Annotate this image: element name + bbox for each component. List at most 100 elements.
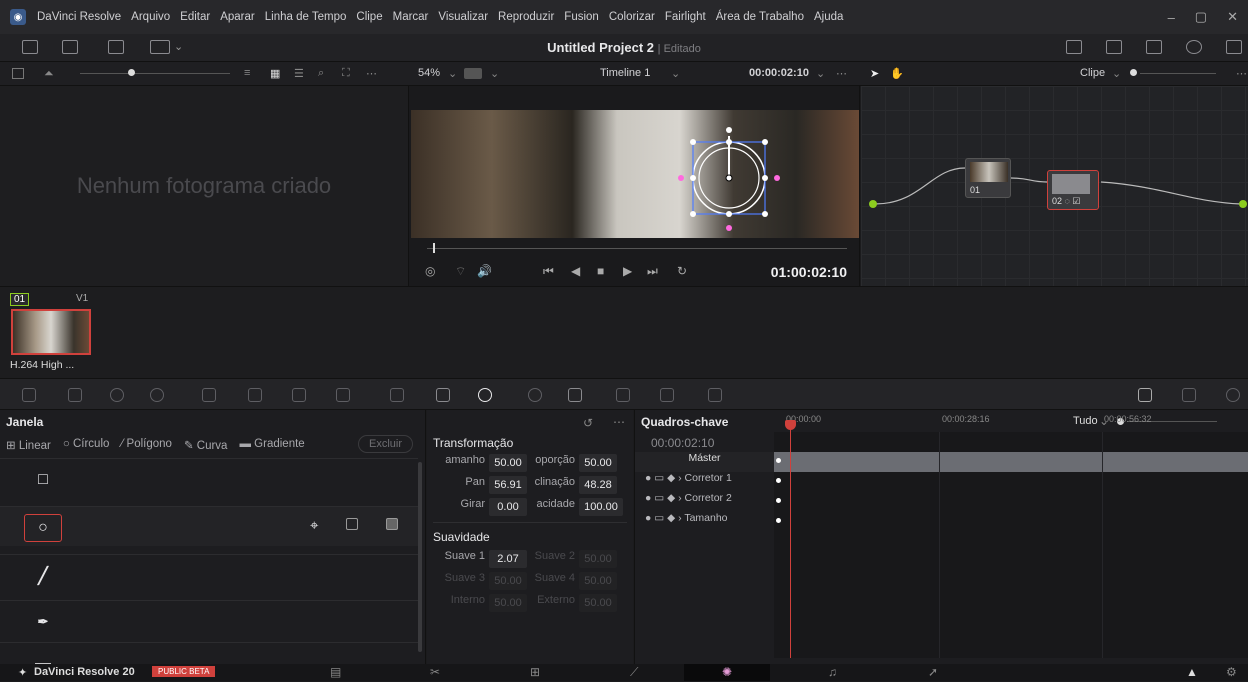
keyframe-dot[interactable] [776, 458, 781, 463]
tracker-icon[interactable] [436, 388, 450, 402]
keyframe-tracks[interactable]: 00:00:00 00:00:28:16 00:00:56:32 [774, 414, 1248, 658]
window-row-polygon[interactable]: ╱ [0, 554, 418, 594]
keyframes-icon[interactable] [1138, 388, 1152, 402]
circle-window-overlay[interactable] [411, 110, 859, 238]
menu-ajuda[interactable]: Ajuda [809, 11, 848, 23]
node-mode[interactable]: Clipe [1080, 67, 1105, 79]
expand-icon[interactable]: ⛶ [342, 67, 350, 80]
tab-poligono[interactable]: ⁄ Polígono [121, 438, 172, 452]
grid-view-icon[interactable]: ▦ [270, 67, 280, 80]
square-shape-icon[interactable]: □ [24, 466, 62, 494]
viewer-zoom[interactable]: 54% [418, 67, 440, 79]
keyframes-filter[interactable]: Tudo [1073, 415, 1098, 427]
magic-mask-icon[interactable] [528, 388, 542, 402]
panel-toggle-icon[interactable] [12, 68, 24, 79]
qualifier-icon[interactable] [390, 388, 404, 402]
sort-icon[interactable]: ⏶ [44, 66, 54, 81]
menu-marcar[interactable]: Marcar [388, 11, 434, 23]
keyframe-dot[interactable] [776, 498, 781, 503]
scrubber-handle[interactable] [433, 243, 435, 253]
chevron-down-icon[interactable]: ⌄ [490, 67, 499, 80]
menu-visualizar[interactable]: Visualizar [433, 11, 493, 23]
skip-end-icon[interactable]: ⏭ [647, 264, 658, 279]
settings-gear-icon[interactable]: ⚙ [1226, 665, 1237, 679]
playhead-line[interactable] [790, 428, 791, 658]
tab-linear[interactable]: ⊞ Linear [6, 438, 51, 452]
3d-icon[interactable] [708, 388, 722, 402]
tab-gradiente[interactable]: ▬ Gradiente [239, 438, 304, 452]
menu-area-de-trabalho[interactable]: Área de Trabalho [711, 11, 809, 23]
node-zoom-handle[interactable] [1130, 69, 1137, 76]
proporcao-field[interactable]: 50.00 [579, 454, 617, 472]
scopes-icon[interactable] [1182, 388, 1196, 402]
tab-curva[interactable]: ✎ Curva [184, 438, 228, 452]
node-editor[interactable]: 01 02 ◌ ☑ [861, 86, 1248, 286]
node-01[interactable]: 01 [965, 158, 1011, 198]
opacidade-field[interactable]: 100.00 [579, 498, 623, 516]
tamanho-field[interactable]: 50.00 [489, 454, 527, 472]
color-match-icon[interactable] [68, 388, 82, 402]
home-icon[interactable]: ▲ [1186, 665, 1198, 679]
grid-icon[interactable] [1226, 40, 1242, 54]
chevron-down-icon[interactable]: ⌄ [816, 67, 825, 80]
menu-fusion[interactable]: Fusion [559, 11, 604, 23]
hand-icon[interactable]: ✋ [890, 67, 904, 80]
viewer-mode-icon[interactable] [464, 68, 482, 79]
crosshair-icon[interactable]: ⌖ [310, 517, 318, 534]
minimize-icon[interactable]: – [1168, 10, 1175, 25]
chevron-down-icon[interactable]: ⌄ [671, 67, 680, 80]
page-color-icon[interactable]: ✺ [722, 665, 732, 679]
mask-icon[interactable] [386, 518, 398, 530]
externo-field[interactable]: 50.00 [579, 594, 617, 612]
gallery-slider-handle[interactable] [128, 69, 135, 76]
motion-effects-icon[interactable] [248, 388, 262, 402]
clip-thumbnail[interactable] [11, 309, 91, 355]
menu-fairlight[interactable]: Fairlight [660, 11, 711, 23]
page-media-icon[interactable]: ▤ [330, 665, 341, 679]
page-fairlight-icon[interactable]: ♫ [828, 665, 837, 679]
pan-field[interactable]: 56.91 [489, 476, 527, 494]
keyframe-dot[interactable] [776, 518, 781, 523]
skip-start-icon[interactable]: ⏮ [543, 264, 554, 279]
menu-reproduzir[interactable]: Reproduzir [493, 11, 559, 23]
stop-icon[interactable]: ■ [597, 264, 604, 278]
pen-shape-icon[interactable]: ✒ [24, 608, 62, 636]
close-icon[interactable]: ✕ [1227, 9, 1238, 25]
node-02[interactable]: 02 ◌ ☑ [1047, 170, 1099, 210]
suave2-field[interactable]: 50.00 [579, 550, 617, 568]
menu-davinci[interactable]: DaVinci Resolve [32, 11, 126, 23]
tab-circulo[interactable]: ○ Círculo [63, 438, 110, 452]
play-icon[interactable]: ▶ [623, 264, 632, 278]
more-options-icon[interactable]: ⋯ [366, 67, 377, 80]
menu-linha-de-tempo[interactable]: Linha de Tempo [260, 11, 352, 23]
menu-editar[interactable]: Editar [175, 11, 215, 23]
scrubber-bar[interactable] [427, 248, 847, 249]
window-row-circle[interactable]: ○ ⌖ [0, 506, 418, 546]
loop-icon[interactable]: ↻ [677, 264, 687, 278]
node-zoom-slider[interactable] [1140, 73, 1216, 74]
page-cut-icon[interactable]: ✂ [430, 665, 440, 679]
keyframe-dot[interactable] [776, 478, 781, 483]
more-options-icon[interactable]: ⋯ [836, 67, 847, 80]
interno-field[interactable]: 50.00 [489, 594, 527, 612]
page-edit-icon[interactable]: ⊞ [530, 665, 540, 679]
chevron-down-icon[interactable]: ⌄ [448, 67, 457, 80]
girar-field[interactable]: 0.00 [489, 498, 527, 516]
timeline-name[interactable]: Timeline 1 [600, 67, 650, 79]
menu-aparar[interactable]: Aparar [215, 11, 260, 23]
menu-colorizar[interactable]: Colorizar [604, 11, 660, 23]
loop-mode-icon[interactable]: ◎ [425, 264, 435, 278]
window-row-curve[interactable]: ✒ [0, 600, 418, 640]
color-wheels-icon[interactable] [110, 388, 124, 402]
search-icon[interactable]: ⌕ [318, 67, 324, 80]
info-icon[interactable] [1226, 388, 1240, 402]
menu-arquivo[interactable]: Arquivo [126, 11, 175, 23]
more-options-icon[interactable]: ⋯ [613, 415, 625, 429]
color-warper-icon[interactable] [336, 388, 350, 402]
kf-row-tamanho[interactable]: ● ▭ ◆ › Tamanho [635, 512, 774, 532]
blur-icon[interactable] [568, 388, 582, 402]
page-fusion-icon[interactable]: ⟋ [630, 665, 638, 680]
kf-row-corretor1[interactable]: ● ▭ ◆ › Corretor 1 [635, 472, 774, 492]
kf-row-master[interactable]: Máster [635, 452, 774, 472]
chevron-down-icon[interactable]: ⌄ [1112, 67, 1121, 80]
